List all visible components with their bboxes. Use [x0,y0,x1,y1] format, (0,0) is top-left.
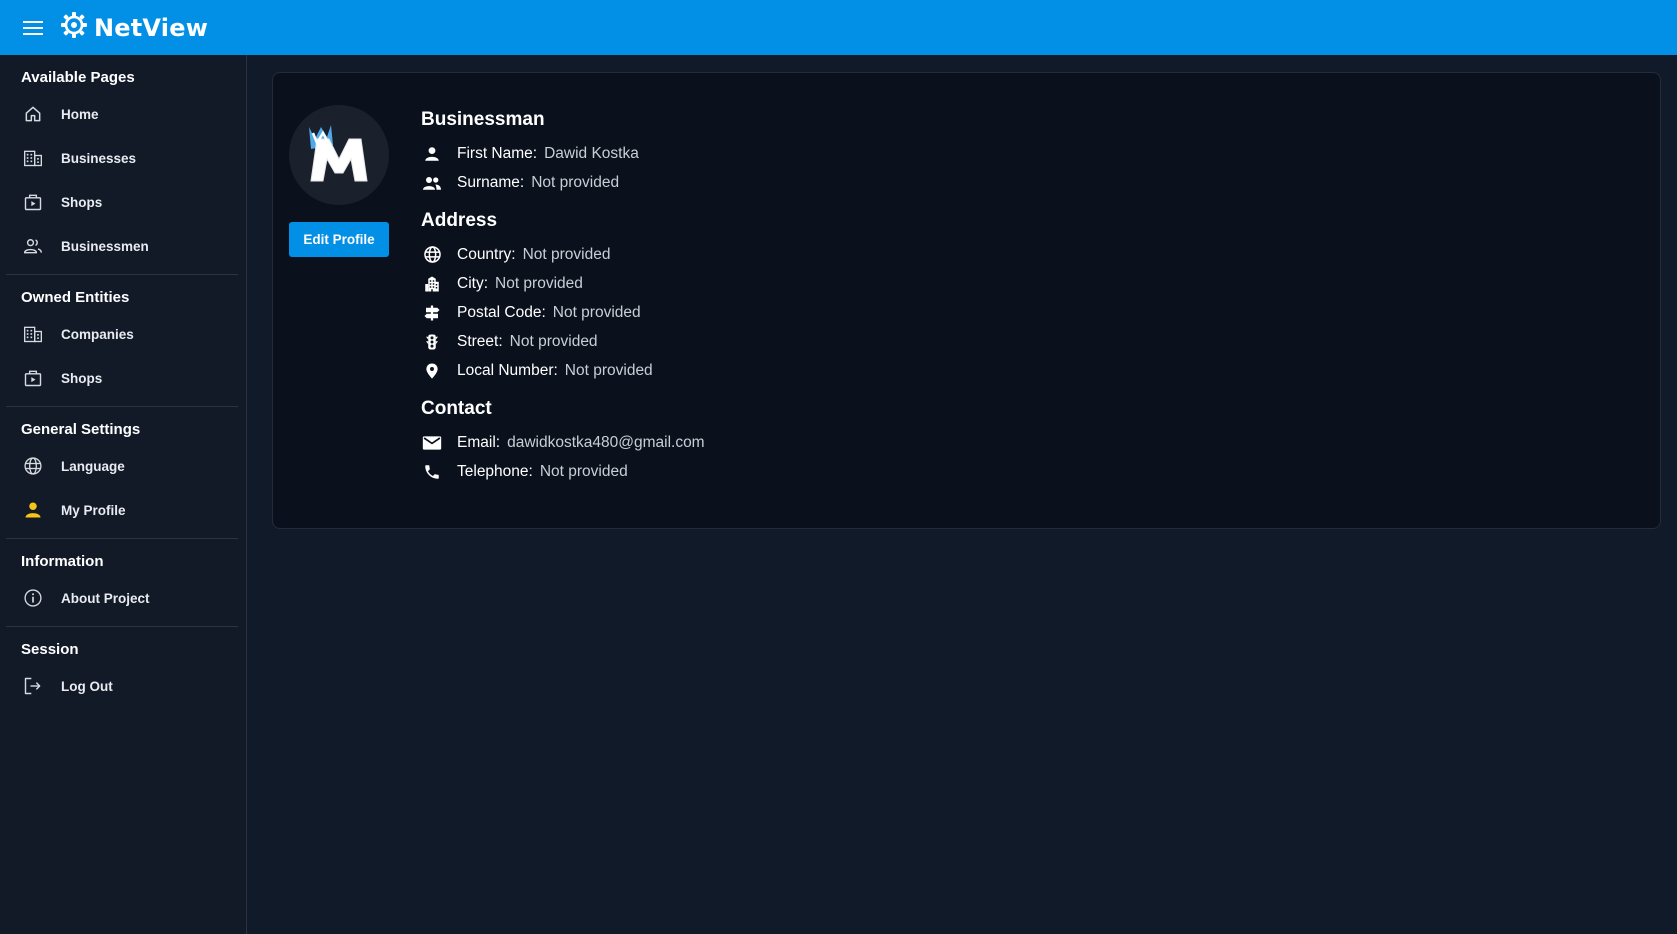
surname-row: Surname: Not provided [421,168,705,197]
sidebar-item-businesses[interactable]: Businesses [6,136,238,180]
country-row: Country: Not provided [421,240,705,269]
section-title: Available Pages [21,69,135,86]
section-title: Information [21,553,104,570]
gear-logo-icon [60,11,88,44]
email-label: Email: [457,433,501,451]
section-heading: Address [421,210,498,231]
city-label: City: [457,274,488,292]
top-app-bar: NetView [0,0,1677,55]
sidebar-item-label: My Profile [61,502,126,518]
local-number-value: Not provided [564,361,653,379]
section-heading: Businessman [421,109,545,130]
hamburger-menu-icon[interactable] [18,13,48,43]
home-icon [22,103,44,125]
businessman-section: Businessman First Name: Dawid Kostka Sur… [421,109,705,197]
country-label: Country: [457,245,516,263]
postal-code-label: Postal Code: [457,303,546,321]
first-name-label: First Name: [457,144,538,162]
info-icon [22,587,44,609]
postal-code-value: Not provided [552,303,641,321]
sidebar-item-shops[interactable]: Shops [6,180,238,224]
sidebar-item-about-project[interactable]: About Project [6,576,238,620]
sidebar-item-businessmen[interactable]: Businessmen [6,224,238,268]
first-name-value: Dawid Kostka [544,144,639,162]
building-icon [22,323,44,345]
postal-code-row: Postal Code: Not provided [421,298,705,327]
country-value: Not provided [522,245,611,263]
street-label: Street: [457,332,503,350]
person-icon [421,143,443,165]
people-icon [22,235,44,257]
sidebar-item-label: Log Out [61,678,113,694]
people-icon [421,172,443,194]
local-number-row: Local Number: Not provided [421,356,705,385]
sidebar-section-general-settings: General Settings Language My Profile [6,407,238,539]
sidebar-item-label: Companies [61,326,134,342]
section-heading: Contact [421,398,492,419]
street-value: Not provided [509,332,598,350]
sidebar-section-owned-entities: Owned Entities Companies Shops [6,275,238,407]
email-row: Email: dawidkostka480@gmail.com [421,428,705,457]
sidebar-item-label: Shops [61,370,103,386]
section-title: Session [21,641,79,658]
sidebar-section-available-pages: Available Pages Home Businesses Shops Bu… [6,55,238,275]
section-title: Owned Entities [21,289,130,306]
phone-icon [421,461,443,483]
local-number-label: Local Number: [457,361,558,379]
contact-section: Contact Email: dawidkostka480@gmail.com … [421,398,705,486]
telephone-row: Telephone: Not provided [421,457,705,486]
surname-value: Not provided [531,173,620,191]
sidebar-section-session: Session Log Out [6,627,238,714]
email-value: dawidkostka480@gmail.com [507,433,705,451]
sidebar-item-home[interactable]: Home [6,92,238,136]
address-section: Address Country: Not provided City: Not … [421,210,705,385]
sidebar-item-label: Businessmen [61,238,149,254]
sidebar-item-label: About Project [61,590,150,606]
globe-icon [421,244,443,266]
edit-profile-button[interactable]: Edit Profile [289,222,389,257]
city-value: Not provided [495,274,583,292]
sidebar-item-log-out[interactable]: Log Out [6,664,238,708]
sidebar-item-label: Language [61,458,125,474]
telephone-value: Not provided [539,462,628,480]
sidebar-section-information: Information About Project [6,539,238,627]
surname-label: Surname: [457,173,525,191]
sidebar-item-label: Home [61,106,99,122]
first-name-row: First Name: Dawid Kostka [421,139,705,168]
mail-icon [421,432,443,454]
app-logo[interactable]: NetView [60,11,208,44]
person-icon [22,499,44,521]
globe-icon [22,455,44,477]
sidebar-item-language[interactable]: Language [6,444,238,488]
app-name: NetView [94,13,209,42]
profile-details: Businessman First Name: Dawid Kostka Sur… [421,109,705,499]
telephone-label: Telephone: [457,462,533,480]
sidebar-item-my-profile[interactable]: My Profile [6,488,238,532]
city-icon [421,273,443,295]
city-row: City: Not provided [421,269,705,298]
sidebar-item-label: Shops [61,194,103,210]
signpost-icon [421,302,443,324]
profile-card: Edit Profile Businessman First Name: Daw… [272,72,1661,529]
building-icon [22,147,44,169]
avatar [289,105,389,205]
sidebar: Available Pages Home Businesses Shops Bu… [0,55,247,934]
shop-icon [22,191,44,213]
sidebar-item-companies[interactable]: Companies [6,312,238,356]
location-pin-icon [421,360,443,382]
sidebar-item-owned-shops[interactable]: Shops [6,356,238,400]
section-title: General Settings [21,421,141,438]
traffic-light-icon [421,331,443,353]
main-content: Edit Profile Businessman First Name: Daw… [247,55,1677,934]
shop-icon [22,367,44,389]
logout-icon [22,675,44,697]
sidebar-item-label: Businesses [61,150,137,166]
street-row: Street: Not provided [421,327,705,356]
